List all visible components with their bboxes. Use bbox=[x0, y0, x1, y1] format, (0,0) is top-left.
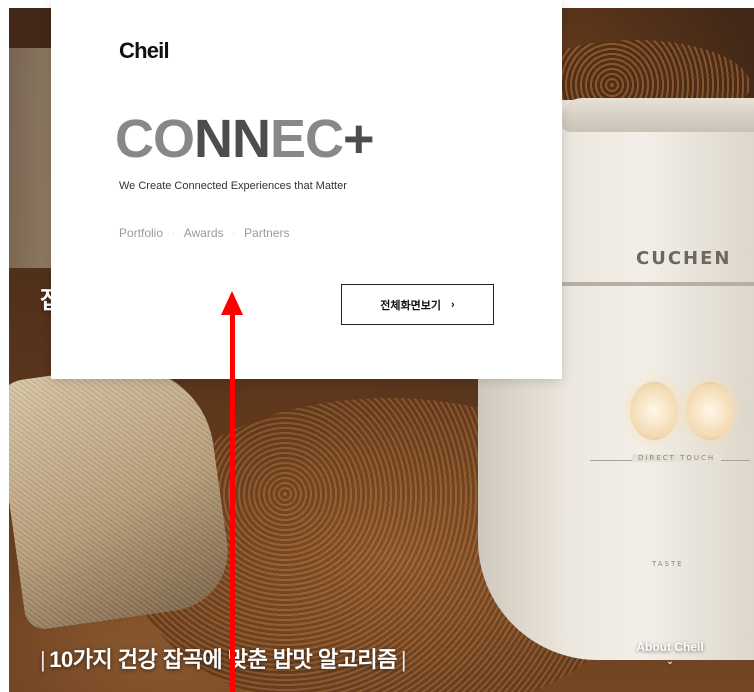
cooker-taste-label: TASTE bbox=[652, 560, 684, 568]
about-cheil-label: About Cheil bbox=[636, 640, 704, 654]
connect-part-1: CO bbox=[115, 109, 195, 169]
link-separator: · bbox=[172, 228, 175, 238]
hero-caption: | 10가지 건강 잡곡에 맞춘 밥맛 알고리즘 | bbox=[36, 642, 410, 674]
caption-text: 10가지 건강 잡곡에 맞춘 밥맛 알고리즘 bbox=[49, 647, 397, 672]
annotation-arrow-up-icon bbox=[221, 291, 243, 315]
tagline: We Create Connected Experiences that Mat… bbox=[119, 180, 347, 192]
connect-part-3: EC bbox=[270, 109, 344, 169]
card-links: Portfolio · Awards · Partners bbox=[119, 226, 290, 240]
annotation-arrow-shaft bbox=[230, 306, 235, 692]
cooker-brand-text: CUCHEN bbox=[636, 248, 732, 269]
link-portfolio[interactable]: Portfolio bbox=[119, 226, 163, 240]
cooker-light-left bbox=[630, 382, 678, 440]
cheil-logo[interactable]: Cheil bbox=[119, 38, 170, 64]
chevron-right-icon: › bbox=[451, 298, 455, 311]
connect-logo: CONNEC+ bbox=[115, 109, 375, 169]
fullscreen-view-button[interactable]: 전체화면보기 › bbox=[341, 284, 494, 325]
intro-card: Cheil CONNEC+ We Create Connected Experi… bbox=[51, 0, 562, 379]
plus-icon: + bbox=[343, 109, 375, 169]
burlap-sack bbox=[9, 354, 236, 632]
fullscreen-button-label: 전체화면보기 bbox=[380, 299, 442, 312]
chevron-down-icon: ⌄ bbox=[665, 656, 675, 667]
connect-part-2: NN bbox=[194, 109, 271, 169]
caption-bar-right: | bbox=[400, 647, 407, 672]
cooker-touch-label: DIRECT TOUCH bbox=[632, 454, 722, 462]
rice-cooker-lid bbox=[562, 98, 754, 132]
link-partners[interactable]: Partners bbox=[244, 226, 289, 240]
cooker-lights bbox=[630, 382, 734, 440]
cooker-light-right bbox=[686, 382, 734, 440]
link-awards[interactable]: Awards bbox=[184, 226, 224, 240]
about-cheil-link[interactable]: About Cheil ⌄ bbox=[630, 640, 710, 667]
link-separator: · bbox=[232, 228, 236, 238]
caption-bar-left: | bbox=[40, 647, 46, 672]
